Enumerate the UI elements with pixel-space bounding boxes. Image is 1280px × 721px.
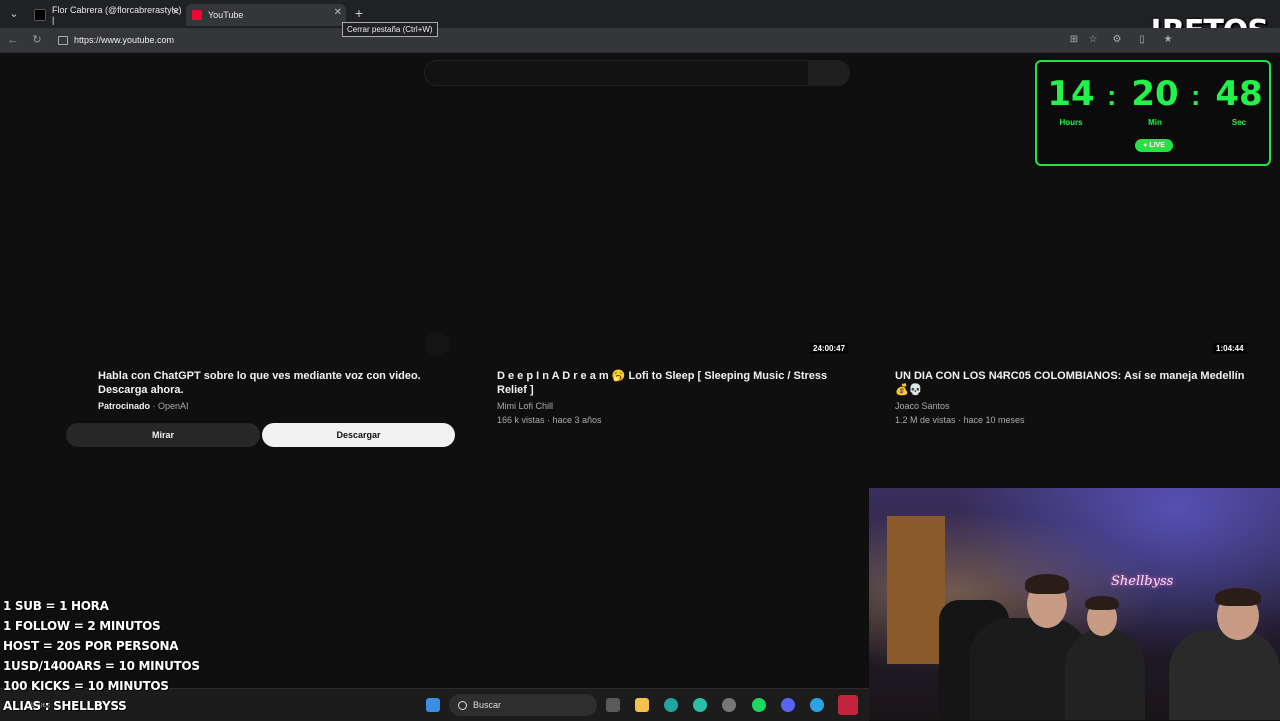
download-button[interactable]: Descargar [262,423,455,447]
subathon-timer: 14 : 20 : 48 Hours Min Sec ● LIVE [1035,60,1271,166]
url-text: https://www.youtube.com [74,35,175,45]
telegram-icon[interactable] [810,698,824,712]
channel-name[interactable]: Mimi Lofi Chill [497,399,847,413]
timer-separator: : [1191,80,1201,111]
live-badge: ● LIVE [1135,139,1173,152]
edge-icon[interactable] [664,698,678,712]
timer-seconds-label: Sec [1231,118,1247,127]
ad-meta: Patrocinado · OpenAI [98,399,448,413]
taskbar-search[interactable]: Buscar [449,694,597,716]
video-card[interactable]: UN DIA CON LOS N4RC05 COLOMBIANOS: Así s… [895,369,1245,427]
search-placeholder: Buscar [473,700,502,710]
split-screen-icon[interactable]: ▯ [1136,34,1148,46]
rule-line: HOST = 20S POR PERSONA [3,639,179,653]
chrome-icon[interactable] [722,698,736,712]
timer-seconds: 48 [1215,74,1263,114]
video-title[interactable]: UN DIA CON LOS N4RC05 COLOMBIANOS: Así s… [895,369,1245,397]
browser-tab-bar: ⌄ Flor Cabrera (@florcabrerastyle) | ✕ Y… [0,0,1280,49]
person-hair [1025,574,1069,594]
tab-tiktok[interactable]: Flor Cabrera (@florcabrerastyle) | ✕ [28,4,184,26]
video-duration: 1:04:44 [1213,343,1247,354]
video-duration: 24:00:47 [810,343,849,354]
search-icon [458,701,467,711]
reload-icon[interactable]: ↻ [30,33,44,47]
spotify-icon[interactable] [752,698,766,712]
discord-icon[interactable] [781,698,795,712]
guest-person [1169,630,1280,720]
close-tab-icon[interactable]: ✕ [334,7,342,18]
task-view-icon[interactable] [606,698,620,712]
site-info-icon[interactable] [58,36,68,46]
favorites-icon[interactable]: ★ [1162,34,1174,46]
app-icon[interactable] [838,695,858,715]
app-install-icon[interactable]: ⊞ [1068,34,1080,46]
neon-sign: Shellbyss [1111,574,1174,589]
tab-title: YouTube [208,10,244,20]
video-stats: 1.2 M de vistas · hace 10 meses [895,415,1025,425]
url-field[interactable]: https://www.youtube.com [50,31,1050,49]
advertiser-name: · OpenAI [152,401,189,411]
ad-card[interactable]: Habla con ChatGPT sobre lo que ves media… [98,369,448,413]
guest-person [1065,628,1145,720]
youtube-search-button[interactable] [808,60,850,86]
thumbnail-loader [424,331,450,357]
video-stats: 166 k vistas · hace 3 años [497,415,602,425]
rule-line: 1USD/1400ARS = 10 MINUTOS [3,659,200,673]
tab-title: Flor Cabrera (@florcabrerastyle) | [52,5,182,25]
room-door [887,516,945,664]
tiktok-icon [34,9,46,21]
tab-list-icon[interactable]: ⌄ [6,6,22,22]
timer-hours-label: Hours [1059,118,1083,127]
video-title[interactable]: Habla con ChatGPT sobre lo que ves media… [98,369,448,397]
windows-start-icon[interactable] [426,698,440,712]
extensions-icon[interactable]: ⚙ [1111,34,1123,46]
back-icon[interactable]: ← [6,33,20,47]
new-tab-button[interactable]: + [352,6,366,20]
rule-line: ALIAS : SHELLBYSS [3,699,127,713]
webcam-feed: Shellbyss [869,488,1280,720]
person-hair [1085,596,1119,610]
video-title[interactable]: D e e p I n A D r e a m 🥱 Lofi to Sleep … [497,369,847,397]
tab-youtube[interactable]: YouTube ✕ [186,4,346,26]
edge-dev-icon[interactable] [693,698,707,712]
video-card[interactable]: D e e p I n A D r e a m 🥱 Lofi to Sleep … [497,369,847,427]
close-tab-tooltip: Cerrar pestaña (Ctrl+W) [342,22,438,37]
file-explorer-icon[interactable] [635,698,649,712]
stream-rules: 1 SUB = 1 HORA 1 FOLLOW = 2 MINUTOS HOST… [3,596,200,716]
close-icon[interactable]: ✕ [172,7,180,18]
timer-minutes: 20 [1131,74,1179,114]
timer-hours: 14 [1047,74,1095,114]
address-bar: ← ↻ https://www.youtube.com ⊞ ☆ ⚙ ▯ ★ [0,28,1280,53]
rule-line: 1 SUB = 1 HORA [3,599,109,613]
timer-minutes-label: Min [1148,118,1162,127]
youtube-icon [192,10,202,20]
person-hair [1215,588,1261,606]
timer-separator: : [1107,80,1117,111]
rule-line: 1 FOLLOW = 2 MINUTOS [3,619,161,633]
watch-button[interactable]: Mirar [66,423,260,447]
youtube-search-input[interactable] [424,60,810,86]
favorite-star-icon[interactable]: ☆ [1087,34,1099,46]
rule-line: 100 KICKS = 10 MINUTOS [3,679,169,693]
sponsored-label: Patrocinado [98,401,151,411]
channel-name[interactable]: Joaco Santos [895,399,1245,413]
